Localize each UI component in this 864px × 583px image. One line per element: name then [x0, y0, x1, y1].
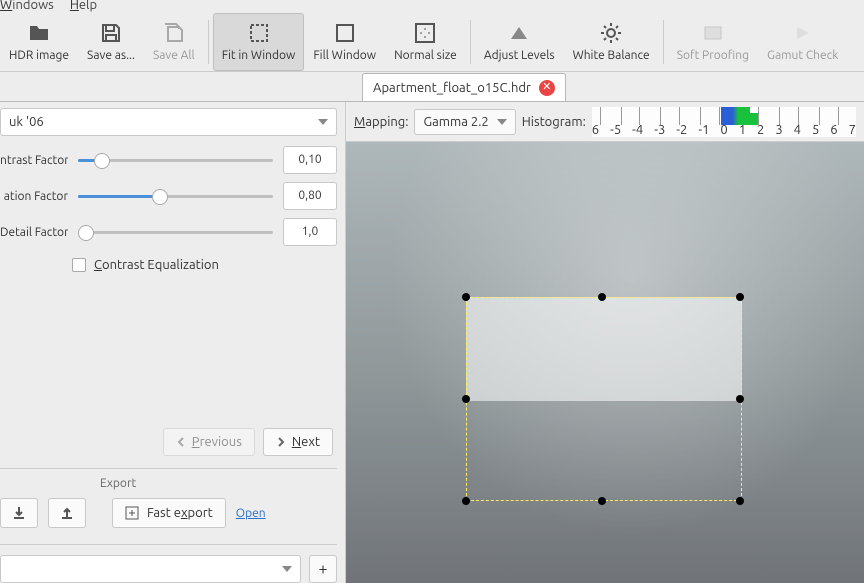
- histogram-label: Histogram:: [522, 115, 586, 129]
- selection-handle[interactable]: [598, 497, 606, 505]
- detail-label: Detail Factor: [0, 226, 68, 239]
- menu-help[interactable]: Help: [70, 0, 97, 10]
- fill-icon: [333, 21, 357, 45]
- operator-select[interactable]: uk '06: [0, 108, 337, 136]
- document-tab[interactable]: Apartment_float_o15C.hdr ✕: [362, 73, 566, 101]
- menu-windows[interactable]: Windows: [0, 0, 54, 10]
- selection-handle[interactable]: [736, 293, 744, 301]
- selection-handle[interactable]: [462, 497, 470, 505]
- image-canvas[interactable]: [346, 142, 864, 583]
- detail-slider[interactable]: [78, 222, 273, 242]
- save-as-button[interactable]: Save as...: [78, 13, 144, 71]
- side-panel: uk '06 ntrast Factor 0,10 ation Factor 0…: [0, 102, 346, 583]
- previous-button[interactable]: Previous: [163, 428, 255, 456]
- gamut-icon: [791, 21, 815, 45]
- floppy-icon: [99, 21, 123, 45]
- add-preset-button[interactable]: +: [309, 555, 337, 583]
- fill-window-button[interactable]: Fill Window: [304, 13, 385, 71]
- chevron-down-icon: [318, 119, 328, 125]
- saturation-label: ation Factor: [0, 190, 68, 203]
- tab-label: Apartment_float_o15C.hdr: [373, 81, 531, 95]
- menubar: Windows Help: [0, 0, 864, 12]
- saturation-value[interactable]: 0,80: [283, 182, 337, 210]
- export-title: Export: [100, 477, 337, 490]
- white-balance-button[interactable]: White Balance: [564, 13, 659, 71]
- open-link[interactable]: Open: [236, 507, 266, 520]
- close-icon[interactable]: ✕: [539, 80, 555, 96]
- selection-handle[interactable]: [736, 497, 744, 505]
- toolbar: HDR image Save as... Save All Fit in Win…: [0, 12, 864, 72]
- sun-icon: [599, 21, 623, 45]
- preset-combo[interactable]: [0, 555, 301, 583]
- floppy-stack-icon: [162, 21, 186, 45]
- contrast-value[interactable]: 0,10: [283, 146, 337, 174]
- fast-export-button[interactable]: Fast export: [112, 498, 226, 528]
- next-button[interactable]: Next: [263, 428, 333, 456]
- normal-size-button[interactable]: Normal size: [385, 13, 466, 71]
- hdr-image-button[interactable]: HDR image: [0, 13, 78, 71]
- chevron-right-icon: [276, 437, 286, 447]
- contrast-eq-label: Contrast Equalization: [94, 258, 219, 272]
- selection-handle[interactable]: [462, 395, 470, 403]
- levels-icon: [507, 21, 531, 45]
- soft-proofing-button: Soft Proofing: [668, 13, 758, 71]
- histogram: 6-5-4-3-2-101234567: [592, 107, 856, 137]
- saturation-slider[interactable]: [78, 186, 273, 206]
- export-section: Export Fast export Open: [0, 469, 337, 545]
- upload-icon: [59, 505, 75, 521]
- chevron-left-icon: [176, 437, 186, 447]
- gamut-check-button: Gamut Check: [758, 13, 847, 71]
- selection-handle[interactable]: [462, 293, 470, 301]
- save-all-button: Save All: [144, 13, 204, 71]
- chevron-down-icon: [282, 566, 292, 572]
- export-icon: [125, 506, 139, 520]
- proof-icon: [701, 21, 725, 45]
- download-icon: [11, 505, 27, 521]
- chevron-down-icon: [497, 119, 507, 125]
- fit-in-window-button[interactable]: Fit in Window: [213, 13, 305, 71]
- contrast-slider[interactable]: [78, 150, 273, 170]
- mapping-label: Mapping:: [354, 115, 408, 129]
- selection-handle[interactable]: [736, 395, 744, 403]
- selection-handle[interactable]: [598, 293, 606, 301]
- one-to-one-icon: [413, 21, 437, 45]
- export-down-button[interactable]: [0, 498, 38, 528]
- detail-value[interactable]: 1,0: [283, 218, 337, 246]
- viewer: Mapping: Gamma 2.2 Histogram: 6-5-4-3-2-…: [346, 102, 864, 583]
- adjust-levels-button[interactable]: Adjust Levels: [475, 13, 564, 71]
- contrast-label: ntrast Factor: [0, 154, 68, 167]
- fit-icon: [247, 21, 271, 45]
- contrast-eq-checkbox[interactable]: [72, 258, 86, 272]
- mapping-select[interactable]: Gamma 2.2: [414, 109, 515, 135]
- folder-icon: [27, 21, 51, 45]
- tab-bar: Apartment_float_o15C.hdr ✕: [0, 72, 864, 102]
- export-up-button[interactable]: [48, 498, 86, 528]
